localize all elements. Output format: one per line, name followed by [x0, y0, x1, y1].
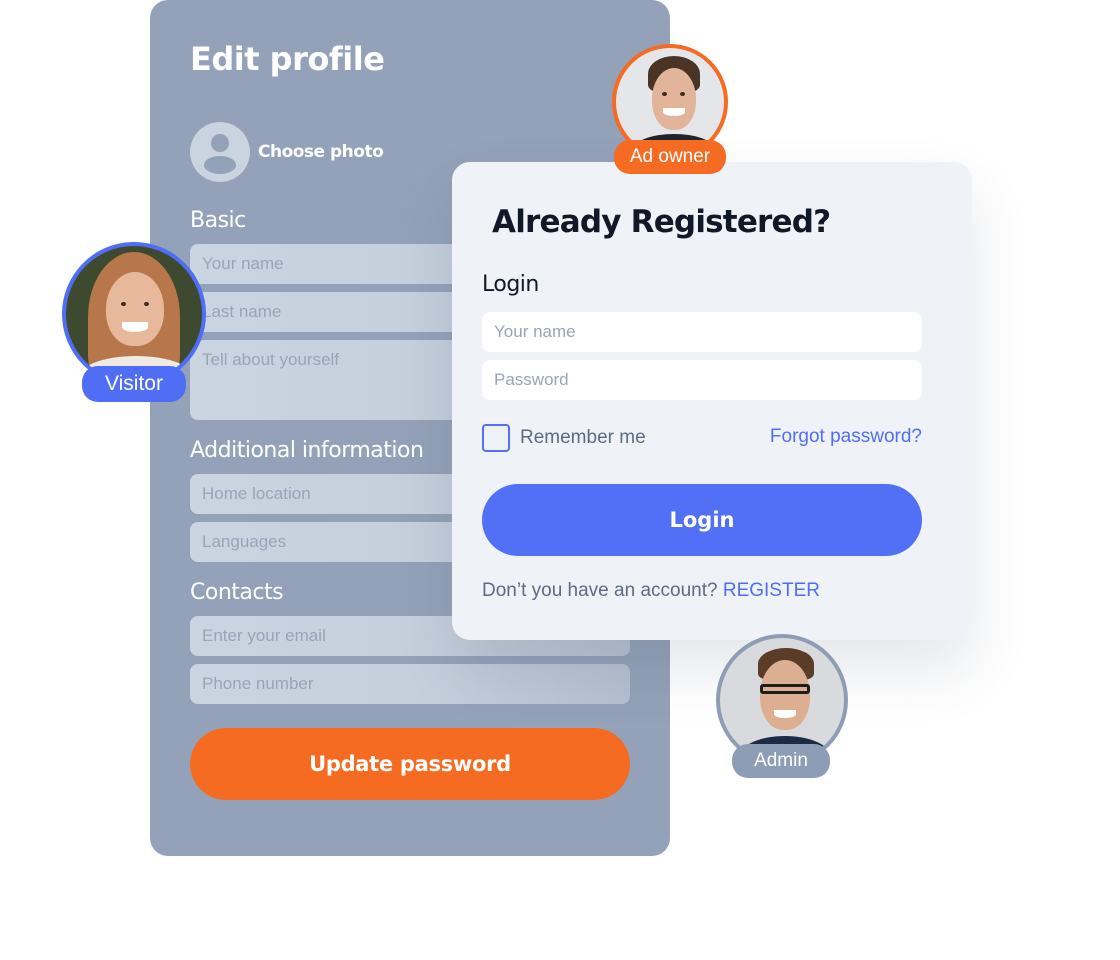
section-basic: Basic — [190, 208, 246, 233]
visitor-photo — [62, 242, 206, 386]
register-prompt: Don’t you have an account? REGISTER — [482, 580, 820, 602]
login-button[interactable]: Login — [482, 484, 922, 556]
ad-owner-avatar: Ad owner — [612, 44, 728, 174]
no-account-text: Don’t you have an account? — [482, 580, 718, 601]
section-additional: Additional information — [190, 438, 424, 463]
update-password-button[interactable]: Update password — [190, 728, 630, 800]
choose-photo-label: Choose photo — [258, 142, 384, 162]
ad-owner-badge: Ad owner — [614, 140, 726, 174]
login-section-label: Login — [482, 272, 539, 297]
visitor-badge: Visitor — [82, 366, 186, 402]
admin-avatar: Admin — [716, 634, 848, 780]
phone-field[interactable]: Phone number — [190, 664, 630, 704]
remember-me-label[interactable]: Remember me — [520, 427, 646, 449]
register-link[interactable]: REGISTER — [723, 580, 820, 601]
login-title: Already Registered? — [492, 204, 831, 240]
login-card: Already Registered? Login Your name Pass… — [452, 162, 972, 640]
edit-profile-title: Edit profile — [190, 40, 385, 78]
user-placeholder-icon — [190, 122, 250, 182]
visitor-avatar: Visitor — [62, 242, 206, 402]
login-password-field[interactable]: Password — [482, 360, 922, 400]
admin-badge: Admin — [732, 744, 830, 778]
section-contacts: Contacts — [190, 580, 284, 605]
choose-photo-button[interactable]: Choose photo — [190, 122, 384, 182]
login-name-field[interactable]: Your name — [482, 312, 922, 352]
remember-me-row: Remember me — [482, 424, 646, 452]
remember-me-checkbox[interactable] — [482, 424, 510, 452]
forgot-password-link[interactable]: Forgot password? — [770, 426, 922, 448]
